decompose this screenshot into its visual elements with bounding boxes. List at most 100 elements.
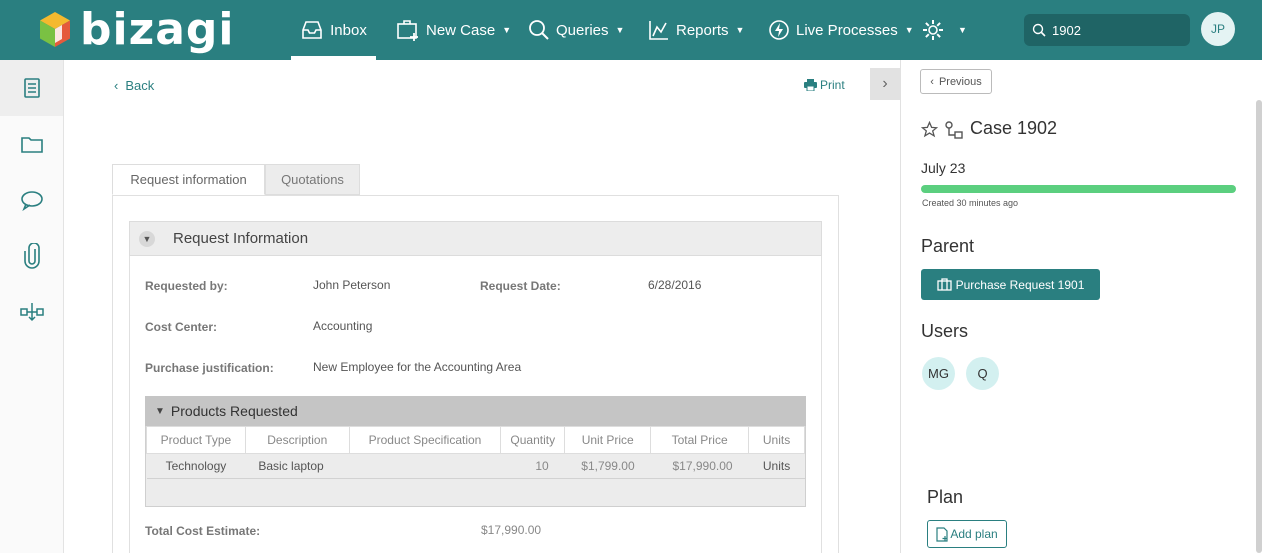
request-date-value: 6/28/2016	[648, 278, 702, 292]
tab-quotations[interactable]: Quotations	[265, 164, 360, 195]
nav-queries[interactable]: Queries ▼	[528, 0, 624, 60]
chevron-down-icon[interactable]: ▼	[139, 230, 155, 247]
inbox-icon	[302, 21, 322, 39]
total-cost-estimate-value: $17,990.00	[481, 523, 542, 537]
chevron-down-icon: ▼	[958, 25, 967, 35]
description-cell: Basic laptop	[245, 453, 350, 479]
column-header[interactable]: Product Specification	[348, 426, 502, 454]
plan-heading: Plan	[927, 487, 964, 507]
cost-center-label: Cost Center:	[145, 320, 218, 334]
add-plan-label: Add plan	[950, 527, 998, 541]
units-cell: Units	[748, 453, 805, 479]
sidebar-item-work-portal[interactable]	[0, 60, 63, 116]
specification-cell	[349, 453, 501, 479]
chevron-left-icon: ‹	[114, 78, 119, 93]
column-header[interactable]: Unit Price	[564, 426, 652, 454]
users-heading: Users	[921, 321, 969, 341]
total-cost-estimate-label: Total Cost Estimate:	[145, 524, 261, 538]
products-grid-title: Products Requested	[170, 403, 298, 419]
folder-icon	[20, 137, 43, 153]
column-header[interactable]: Units	[748, 426, 805, 454]
comment-icon	[20, 191, 43, 211]
paperclip-icon	[23, 243, 40, 269]
active-tab-indicator	[291, 56, 376, 60]
chevron-down-icon: ▼	[615, 25, 625, 35]
chevron-right-icon: ›	[882, 75, 888, 92]
back-label: Back	[125, 78, 155, 93]
search-box[interactable]	[1024, 14, 1190, 46]
chevron-down-icon: ▼	[155, 405, 165, 417]
products-table: Product Type Description Product Specifi…	[146, 426, 805, 479]
live-processes-icon	[769, 20, 789, 40]
collapse-panel-button[interactable]: ›	[870, 68, 900, 100]
nav-inbox[interactable]: Inbox	[291, 0, 376, 60]
search-icon	[1032, 23, 1046, 37]
add-document-icon	[936, 526, 948, 542]
process-icon	[945, 121, 963, 139]
parent-case-button[interactable]: Purchase Request 1901	[921, 269, 1100, 300]
products-grid-header[interactable]: ▼ Products Requested	[145, 396, 806, 426]
sidebar-item-attachments[interactable]	[0, 228, 63, 284]
star-icon[interactable]	[921, 121, 938, 138]
purchase-justification-label: Purchase justification:	[145, 361, 274, 375]
add-plan-button[interactable]: Add plan	[927, 520, 1007, 548]
chevron-down-icon: ▼	[735, 25, 745, 35]
total-price-cell: $17,990.00	[650, 453, 749, 479]
column-header[interactable]: Product Type	[146, 426, 246, 454]
parent-heading: Parent	[921, 236, 975, 256]
document-list-icon	[23, 78, 40, 98]
nav-live-processes-label: Live Processes	[796, 21, 898, 39]
created-timestamp: Created 30 minutes ago	[922, 198, 1019, 208]
new-case-icon	[397, 20, 418, 41]
sidebar-item-process-map[interactable]	[0, 284, 63, 340]
brand-name: bizagi	[80, 4, 235, 55]
user-avatar[interactable]: JP	[1201, 12, 1235, 46]
column-header[interactable]: Description	[244, 426, 350, 454]
requested-by-label: Requested by:	[145, 279, 228, 293]
gear-icon	[923, 20, 943, 40]
group-header[interactable]: ▼ Request Information	[129, 221, 822, 256]
previous-button[interactable]: ‹ Previous	[920, 69, 992, 94]
tab-request-information[interactable]: Request information	[112, 164, 265, 195]
parent-case-label: Purchase Request 1901	[955, 277, 1085, 292]
reports-chart-icon	[649, 21, 668, 40]
previous-label: Previous	[938, 75, 982, 88]
nav-inbox-label: Inbox	[330, 21, 367, 39]
sidebar-item-comments[interactable]	[0, 172, 63, 228]
nav-reports[interactable]: Reports ▼	[648, 0, 744, 60]
unit-price-cell: $1,799.00	[564, 453, 651, 479]
nav-settings[interactable]: ▼	[921, 0, 967, 60]
chevron-down-icon: ▼	[502, 25, 512, 35]
product-type-cell: Technology	[146, 453, 246, 479]
briefcase-icon	[936, 278, 952, 291]
bizagi-logo[interactable]: bizagi	[38, 4, 234, 56]
user-avatar[interactable]: Q	[966, 357, 999, 390]
scrollbar[interactable]	[1256, 100, 1262, 553]
search-input[interactable]	[1052, 22, 1182, 38]
search-icon	[529, 20, 549, 40]
column-header[interactable]: Quantity	[500, 426, 566, 454]
cost-center-value: Accounting	[313, 319, 373, 333]
sidebar-item-folders[interactable]	[0, 116, 63, 172]
nav-new-case[interactable]: New Case ▼	[396, 0, 511, 60]
quantity-cell: 10	[500, 453, 565, 479]
nav-reports-label: Reports	[676, 21, 729, 39]
top-navigation-bar: bizagi Inbox New Case ▼ Queries ▼ Report…	[0, 0, 1262, 60]
user-avatar[interactable]: MG	[922, 357, 955, 390]
column-header[interactable]: Total Price	[650, 426, 750, 454]
chevron-left-icon: ‹	[930, 75, 934, 88]
nav-live-processes[interactable]: Live Processes ▼	[768, 0, 914, 60]
bizagi-logo-icon	[40, 12, 70, 47]
process-flow-icon	[19, 303, 44, 322]
case-date: July 23	[921, 160, 966, 176]
case-title: Case 1902	[970, 118, 1058, 138]
table-row[interactable]: Technology Basic laptop 10 $1,799.00 $17…	[146, 453, 805, 479]
print-button[interactable]: Print	[804, 78, 845, 92]
requested-by-value: John Peterson	[313, 278, 391, 292]
purchase-justification-value: New Employee for the Accounting Area	[313, 360, 522, 374]
back-link[interactable]: ‹ Back	[114, 78, 154, 93]
nav-new-case-label: New Case	[426, 21, 496, 39]
printer-icon	[804, 79, 817, 91]
group-title: Request Information	[173, 230, 309, 247]
nav-queries-label: Queries	[556, 21, 609, 39]
